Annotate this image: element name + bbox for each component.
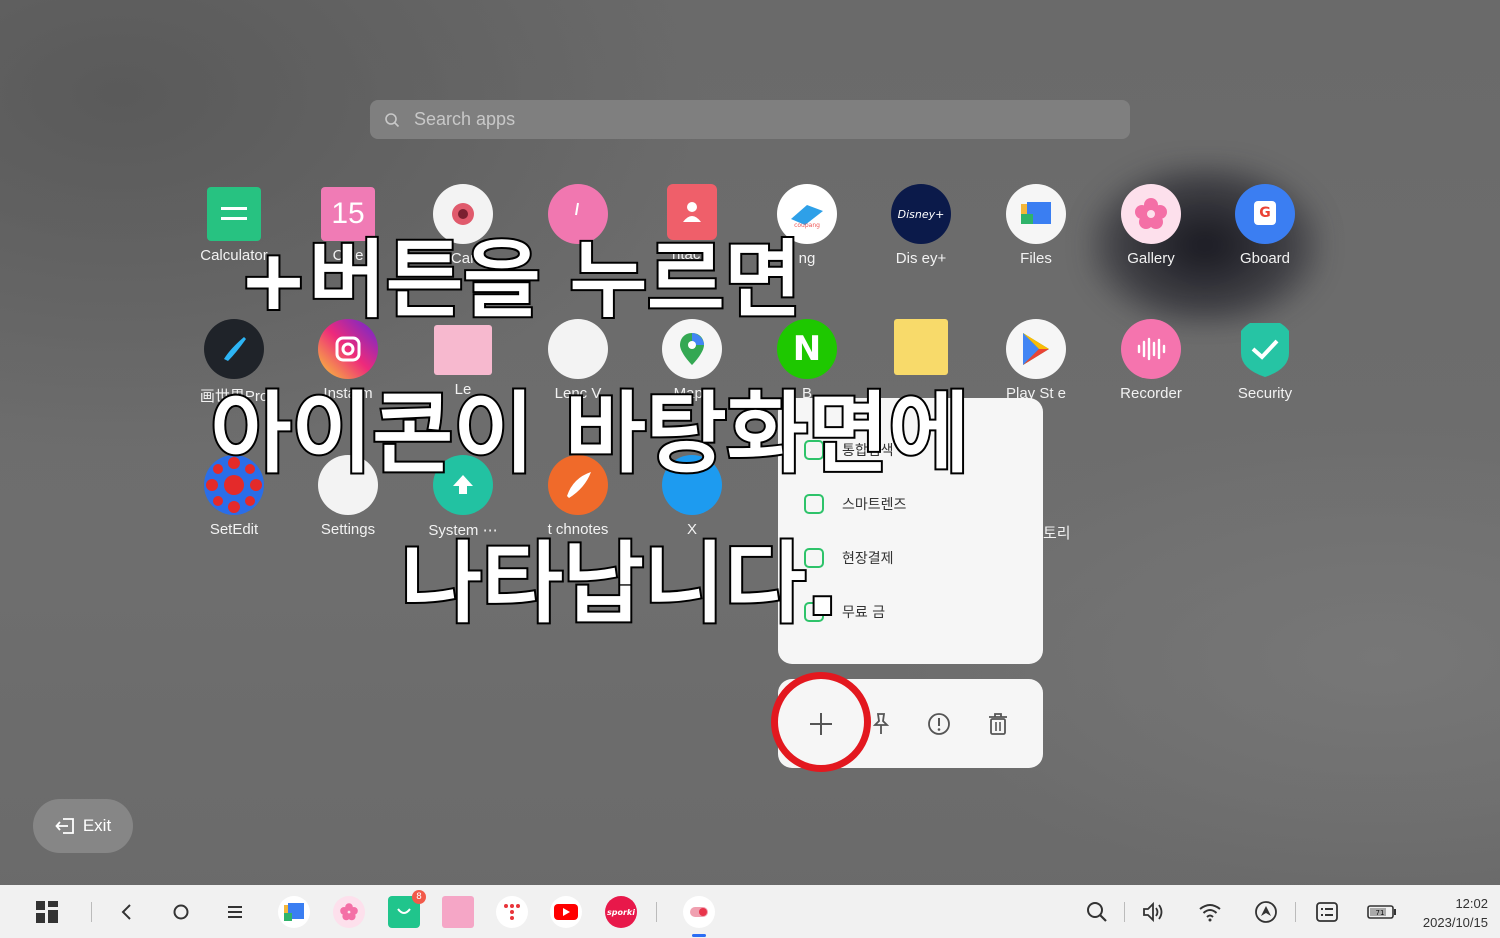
app-gboard[interactable]: G Gboard <box>1210 184 1320 267</box>
pin-icon <box>872 713 890 734</box>
taskbar: 8 sporki 71 12:02 2023/10/15 <box>0 885 1500 938</box>
clock[interactable]: 12:02 2023/10/15 <box>1423 894 1488 932</box>
circle-home-icon <box>173 904 189 920</box>
exit-label: Exit <box>82 816 112 835</box>
dock-folder[interactable] <box>442 896 474 928</box>
chevron-left-icon <box>121 904 131 920</box>
divider <box>1124 902 1125 922</box>
clock-date: 2023/10/15 <box>1422 915 1488 930</box>
info-icon <box>928 713 950 735</box>
app-security[interactable]: Security <box>1210 319 1320 402</box>
divider <box>1295 902 1296 922</box>
app-files[interactable]: Files <box>981 184 1091 267</box>
dots-icon <box>504 904 520 920</box>
uninstall-button[interactable] <box>981 707 1015 741</box>
caption-line-3: 나타납니다. <box>399 532 841 635</box>
trash-icon <box>989 713 1007 735</box>
app-label: Gboard <box>1239 250 1291 267</box>
gallery-flower-icon <box>1121 184 1181 244</box>
grid-icon <box>36 901 58 923</box>
shield-icon <box>1235 319 1295 379</box>
svg-text:71: 71 <box>1376 909 1385 917</box>
search-placeholder: Search apps <box>414 109 516 129</box>
disney-plus-icon: Disney+ <box>891 184 951 244</box>
app-label: Gallery <box>1127 250 1175 267</box>
exit-button[interactable]: Exit <box>33 799 133 853</box>
app-label: SetEdit <box>209 521 259 538</box>
divider <box>91 902 92 922</box>
partial-app-label: 토리 <box>1043 524 1071 542</box>
exit-icon <box>55 818 74 834</box>
dock-sporki[interactable]: sporki <box>605 896 637 928</box>
notification-badge: 8 <box>412 890 426 904</box>
divider <box>656 902 657 922</box>
gboard-icon: G <box>1235 184 1295 244</box>
volume-button[interactable] <box>1136 895 1170 929</box>
folder-icon <box>434 325 492 375</box>
gallery-flower-icon <box>340 903 358 921</box>
dock-recent-app[interactable] <box>683 896 715 928</box>
clock-time: 12:02 <box>1455 896 1488 911</box>
dock-store[interactable]: 8 <box>388 890 426 928</box>
app-gallery[interactable]: Gallery <box>1096 184 1206 267</box>
app-label: Security <box>1237 385 1293 402</box>
app-label: Settings <box>320 521 376 538</box>
dock-dots-app[interactable] <box>496 896 528 928</box>
shortcut-smart-lens[interactable]: 스마트렌즈 <box>804 494 906 514</box>
dock-gallery[interactable] <box>333 896 365 928</box>
search-bar[interactable]: Search apps <box>370 100 1130 139</box>
search-icon <box>385 112 400 127</box>
dock-files[interactable] <box>278 896 310 928</box>
active-indicator <box>692 934 706 937</box>
caption-line-2: 아이콘이 바탕화면에 <box>208 382 971 485</box>
navigation-icon <box>1255 901 1277 923</box>
app-label: Files <box>1020 250 1052 267</box>
files-icon <box>284 903 304 921</box>
recents-button[interactable] <box>218 895 252 929</box>
bag-icon <box>397 908 411 914</box>
wifi-button[interactable] <box>1193 895 1227 929</box>
youtube-icon <box>554 904 578 920</box>
app-drawer-button[interactable] <box>30 895 64 929</box>
notifications-button[interactable] <box>1310 895 1344 929</box>
svg-text:coupang: coupang <box>794 222 820 229</box>
lens-icon <box>804 494 824 514</box>
svg-text:G: G <box>1259 205 1271 221</box>
menu-lines-icon <box>228 906 242 918</box>
search-icon <box>1087 902 1107 922</box>
files-icon <box>1006 184 1066 244</box>
wifi-icon <box>1199 904 1221 922</box>
play-store-icon <box>1006 319 1066 379</box>
notes-icon <box>894 319 948 375</box>
back-button[interactable] <box>110 895 144 929</box>
battery-icon: 71 <box>1367 905 1396 919</box>
search-button[interactable] <box>1080 895 1114 929</box>
dock-youtube[interactable] <box>550 896 582 928</box>
location-button[interactable] <box>1249 895 1283 929</box>
list-icon <box>1316 902 1338 922</box>
home-button[interactable] <box>164 895 198 929</box>
speaker-icon <box>1143 901 1163 923</box>
toggle-icon <box>690 907 708 917</box>
app-notes[interactable] <box>866 319 976 381</box>
app-info-button[interactable] <box>922 707 956 741</box>
waveform-icon <box>1121 319 1181 379</box>
highlight-circle <box>771 672 871 772</box>
caption-line-1: +버튼을 누르면 <box>236 231 803 329</box>
battery-indicator[interactable]: 71 <box>1364 895 1400 929</box>
